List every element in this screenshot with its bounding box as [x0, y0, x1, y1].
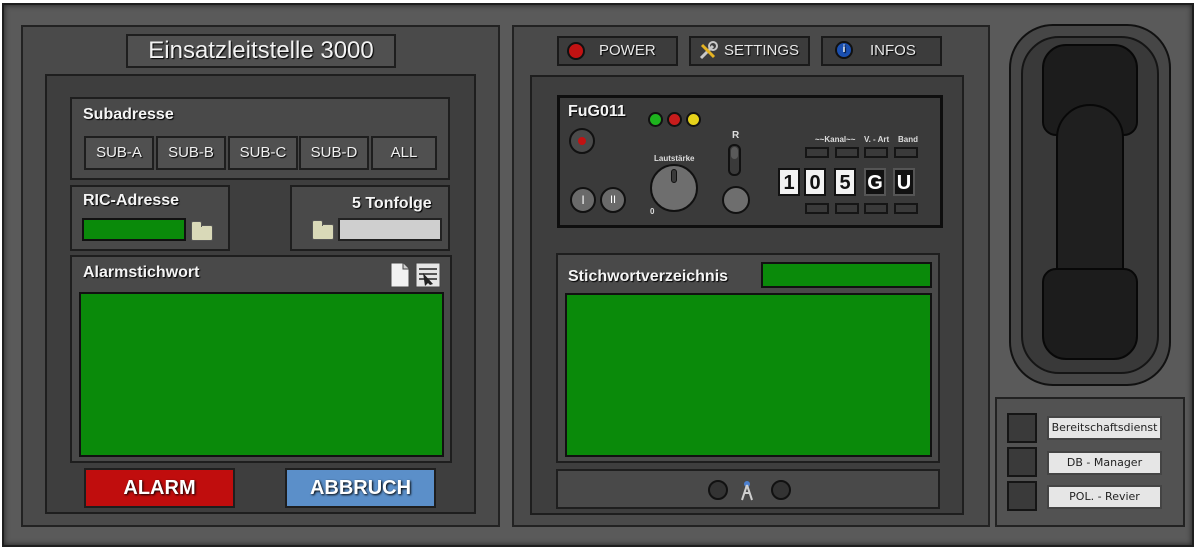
volume-zero-label: 0 — [650, 207, 655, 216]
volume-knob[interactable] — [650, 164, 698, 212]
band-down-button[interactable] — [894, 203, 918, 214]
kanal-up-button-2[interactable] — [835, 147, 859, 158]
channel-digit-1: 1 — [778, 168, 800, 196]
radio-model-label: FuG011 — [568, 103, 626, 120]
alarmstichwort-label: Alarmstichwort — [83, 264, 200, 281]
record-icon — [578, 137, 586, 145]
edit-document-icon[interactable] — [415, 262, 441, 288]
sub-all-button[interactable]: ALL — [371, 136, 437, 170]
volume-label: Lautstärke — [654, 154, 695, 163]
vart-down-button[interactable] — [864, 203, 888, 214]
app-title: Einsatzleitstelle 3000 — [126, 34, 396, 68]
tonfolge-folder-icon[interactable] — [312, 220, 334, 240]
vart-label: V. - Art — [864, 135, 890, 144]
stichwort-list[interactable] — [565, 293, 932, 457]
stichwort-search-input[interactable] — [761, 262, 932, 288]
led-yellow — [686, 112, 701, 127]
power-icon — [567, 42, 585, 60]
power-label: POWER — [599, 42, 656, 59]
tonfolge-input[interactable] — [338, 218, 442, 241]
settings-label: SETTINGS — [724, 42, 800, 59]
power-button[interactable]: POWER — [557, 36, 678, 66]
abbruch-button[interactable]: ABBRUCH — [285, 468, 436, 508]
vart-up-button[interactable] — [864, 147, 888, 158]
db-manager-button[interactable]: DB - Manager — [1047, 451, 1162, 475]
tonfolge-label: 5 Tonfolge — [352, 195, 432, 212]
vart-digit: G — [864, 168, 886, 196]
kanal-down-button-1[interactable] — [805, 203, 829, 214]
bereitschaft-indicator — [1007, 413, 1037, 443]
status-led-right — [771, 480, 791, 500]
band-digit: U — [893, 168, 915, 196]
led-red — [667, 112, 682, 127]
led-green — [648, 112, 663, 127]
channel-one-button[interactable]: I — [570, 187, 596, 213]
settings-button[interactable]: SETTINGS — [689, 36, 810, 66]
new-document-icon[interactable] — [390, 262, 410, 288]
info-icon: i — [835, 41, 853, 59]
channel-digit-3: 5 — [834, 168, 856, 196]
sub-d-button[interactable]: SUB-D — [299, 136, 369, 170]
pol-revier-indicator — [1007, 481, 1037, 511]
ric-folder-icon[interactable] — [191, 221, 213, 241]
status-led-left — [708, 480, 728, 500]
infos-label: INFOS — [870, 42, 916, 59]
handset-icon[interactable] — [1042, 44, 1138, 360]
ric-input[interactable] — [82, 218, 186, 241]
channel-digit-2: 0 — [804, 168, 826, 196]
alarm-button[interactable]: ALARM — [84, 468, 235, 508]
bereitschaftsdienst-button[interactable]: Bereitschaftsdienst — [1047, 416, 1162, 440]
band-up-button[interactable] — [894, 147, 918, 158]
ric-label: RIC-Adresse — [83, 192, 180, 209]
r-switch[interactable] — [728, 144, 741, 176]
sub-a-button[interactable]: SUB-A — [84, 136, 154, 170]
r-label: R — [732, 130, 740, 141]
sub-c-button[interactable]: SUB-C — [228, 136, 298, 170]
subadresse-label: Subadresse — [83, 106, 174, 123]
antenna-icon — [741, 481, 753, 501]
channel-two-button[interactable]: II — [600, 187, 626, 213]
tools-icon — [699, 41, 718, 60]
alarmstichwort-textarea[interactable] — [79, 292, 444, 457]
r-button[interactable] — [722, 186, 750, 214]
band-label: Band — [898, 135, 918, 144]
db-manager-indicator — [1007, 447, 1037, 477]
infos-button[interactable]: i INFOS — [821, 36, 942, 66]
kanal-up-button-1[interactable] — [805, 147, 829, 158]
record-button[interactable] — [569, 128, 595, 154]
pol-revier-button[interactable]: POL. - Revier — [1047, 485, 1162, 509]
stichwort-label: Stichwortverzeichnis — [568, 268, 729, 285]
kanal-down-button-2[interactable] — [835, 203, 859, 214]
kanal-label: ~~Kanal~~ — [815, 135, 856, 144]
sub-b-button[interactable]: SUB-B — [156, 136, 226, 170]
